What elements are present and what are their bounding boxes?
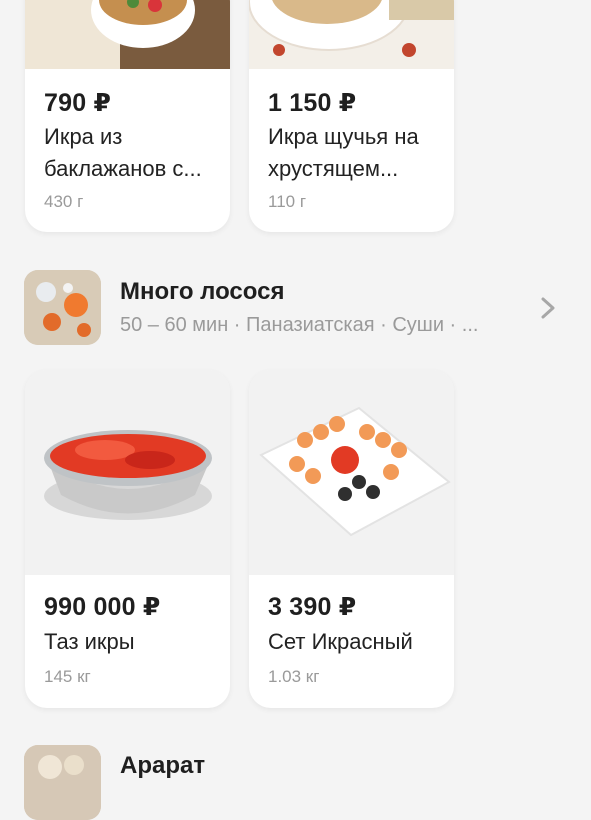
restaurant-row[interactable]: Много лосося 50 – 60 мин · Паназиатская … — [0, 268, 591, 348]
product-name: Сет Икрасный — [268, 629, 413, 654]
product-weight: 110 г — [268, 192, 307, 211]
product-weight: 430 г — [44, 192, 84, 211]
product-image-eggplant — [25, 0, 230, 69]
restaurant-name: Много лосося — [120, 278, 285, 305]
product-image-pike-caviar — [249, 0, 454, 69]
product-name: Икра из баклажанов с... — [44, 124, 202, 181]
product-weight: 145 кг — [44, 667, 91, 686]
product-price: 3 390 ₽ — [268, 593, 357, 621]
product-card-pike-caviar[interactable]: 1 150 ₽ Икра щучья на хрустящем... 110 г — [249, 0, 454, 232]
product-image-sushi-set — [249, 370, 454, 575]
product-weight: 1.03 кг — [268, 667, 320, 686]
product-name: Икра щучья на хрустящем... — [268, 124, 419, 181]
product-card-sushi-set[interactable]: 3 390 ₽ Сет Икрасный 1.03 кг — [249, 370, 454, 708]
product-image-caviar-basin — [25, 370, 230, 575]
restaurant-meta: 50 – 60 мин · Паназиатская · Суши · ... — [120, 314, 479, 336]
product-card-eggplant-caviar[interactable]: 790 ₽ Икра из баклажанов с... 430 г — [25, 0, 230, 232]
product-price: 790 ₽ — [44, 89, 112, 117]
restaurant-row-next[interactable]: Арарат — [0, 740, 591, 820]
restaurant-logo — [24, 270, 101, 345]
chevron-right-icon[interactable] — [537, 293, 559, 323]
product-price: 1 150 ₽ — [268, 89, 357, 117]
product-price: 990 000 ₽ — [44, 593, 161, 621]
product-name: Таз икры — [44, 629, 135, 654]
restaurant-name-next: Арарат — [120, 752, 206, 779]
restaurant-logo-next — [24, 745, 101, 820]
product-card-caviar-basin[interactable]: 990 000 ₽ Таз икры 145 кг — [25, 370, 230, 708]
